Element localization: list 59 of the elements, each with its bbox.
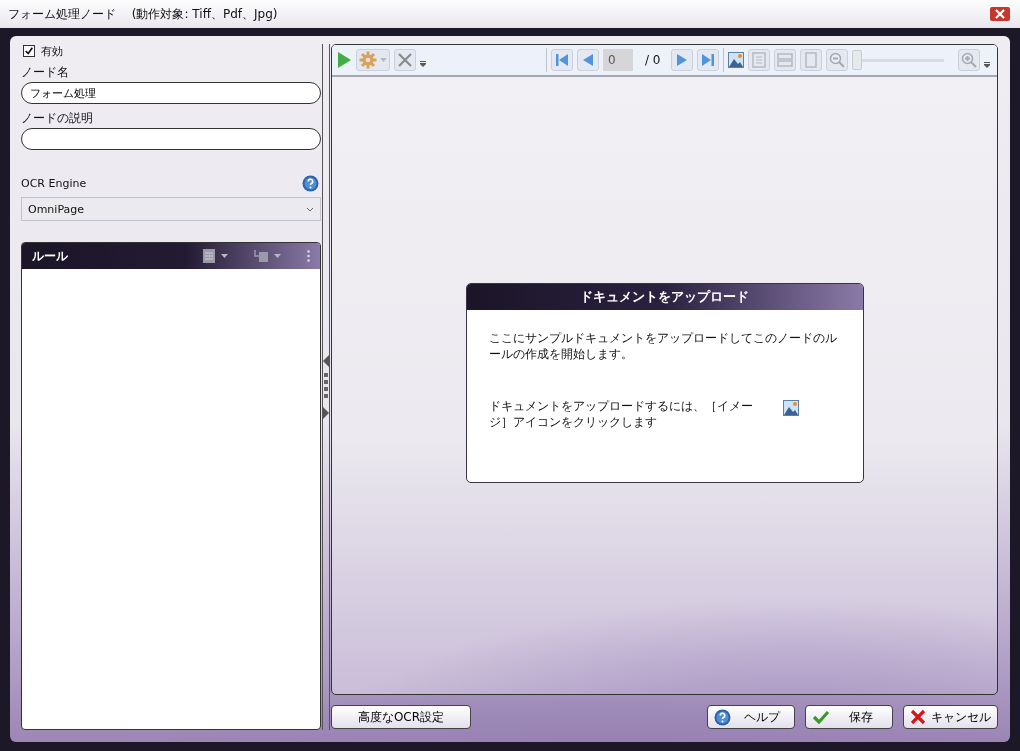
window-title: フォーム処理ノード (動作対象: Tiff、Pdf、Jpg) [8, 5, 278, 23]
caret-icon[interactable] [221, 254, 228, 258]
upload-message: ここにサンプルドキュメントをアップロードしてこのノードのルールの作成を開始します。 [488, 329, 838, 362]
overflow-icon[interactable] [983, 62, 990, 68]
name-field[interactable]: フォーム処理 [21, 82, 321, 104]
slider-thumb[interactable] [851, 49, 862, 70]
zoom-out-button[interactable] [825, 49, 848, 71]
next-page-button[interactable] [670, 49, 693, 71]
field-label: ノードの説明 [21, 110, 94, 126]
help-button[interactable]: ヘルプ [707, 705, 795, 729]
zoom-out-icon [828, 52, 845, 68]
close-button[interactable] [990, 7, 1010, 21]
single-page-icon [802, 52, 819, 68]
image-icon[interactable] [782, 399, 799, 416]
checkbox-label: 有効 [41, 43, 63, 59]
fit-page-icon [750, 52, 767, 68]
play-icon[interactable] [336, 51, 352, 69]
page-total: / 0 [645, 53, 661, 67]
next-page-icon [675, 53, 688, 67]
previous-page-button[interactable] [577, 49, 599, 71]
last-page-icon [700, 53, 715, 67]
single-page-button[interactable] [799, 49, 822, 71]
advanced-ocr-button[interactable]: 高度なOCR設定 [331, 705, 471, 729]
caret-icon [380, 58, 387, 62]
engine-dropdown[interactable]: OmniPage [21, 197, 321, 221]
zoom-in-icon [960, 52, 977, 68]
zoom-slider[interactable] [851, 49, 944, 71]
settings-button[interactable] [356, 49, 390, 71]
upload-instruction: ドキュメントをアップロードするには、［イメージ］アイコンをクリックします [488, 397, 754, 430]
previous-page-icon [582, 53, 594, 67]
page-field[interactable]: 0 [603, 49, 633, 71]
cancel-button[interactable]: キャンセル [903, 705, 998, 729]
first-page-button[interactable] [551, 49, 573, 71]
description-field[interactable] [21, 128, 321, 150]
checkmark-icon [812, 710, 830, 724]
fit-width-icon [776, 52, 793, 68]
help-icon [714, 708, 731, 726]
field-label: ノード名 [21, 64, 70, 80]
dropdown-value: OmniPage [28, 202, 85, 216]
add-icon[interactable] [254, 249, 268, 263]
splitter-handle-icon[interactable] [322, 355, 330, 419]
checkbox[interactable] [23, 45, 35, 57]
caret-icon[interactable] [274, 254, 281, 258]
first-page-icon [555, 53, 569, 67]
image-icon[interactable] [727, 52, 744, 68]
close-button[interactable] [394, 49, 416, 71]
field-label: OCR Engine [21, 177, 87, 190]
overflow-icon[interactable] [420, 61, 426, 67]
settings-icon [359, 51, 377, 69]
panel-title: ルール [32, 247, 69, 265]
chevron-icon [306, 206, 314, 212]
card-title: ドキュメントをアップロード [580, 287, 749, 306]
last-page-button[interactable] [696, 49, 719, 71]
fit-width-button[interactable] [773, 49, 796, 71]
close-icon [397, 52, 413, 68]
help-icon[interactable] [302, 175, 319, 192]
cross-icon [910, 709, 926, 725]
save-button[interactable]: 保存 [805, 705, 893, 729]
more-icon[interactable] [307, 250, 310, 262]
